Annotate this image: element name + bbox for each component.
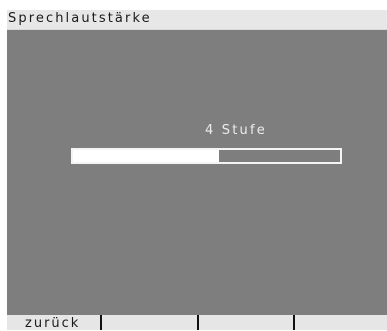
softkey-back-label: zurück <box>25 316 81 331</box>
volume-level-label: 4 Stufe <box>205 123 267 138</box>
display-screen: Sprechlautstärke 4 Stufe zurück <box>7 10 387 331</box>
title-bar: Sprechlautstärke <box>7 10 387 30</box>
volume-level-fill <box>73 150 219 162</box>
softkey-2[interactable] <box>102 315 199 330</box>
volume-panel: 4 Stufe <box>7 30 387 315</box>
screen-title: Sprechlautstärke <box>8 11 152 26</box>
softkey-3[interactable] <box>199 315 295 330</box>
softkey-back[interactable]: zurück <box>7 315 102 331</box>
left-edge-marker <box>0 229 3 243</box>
softkey-4[interactable] <box>295 315 387 330</box>
volume-level-bar[interactable] <box>71 148 342 164</box>
left-edge-marker <box>0 123 3 137</box>
softkey-bar: zurück <box>7 315 387 331</box>
